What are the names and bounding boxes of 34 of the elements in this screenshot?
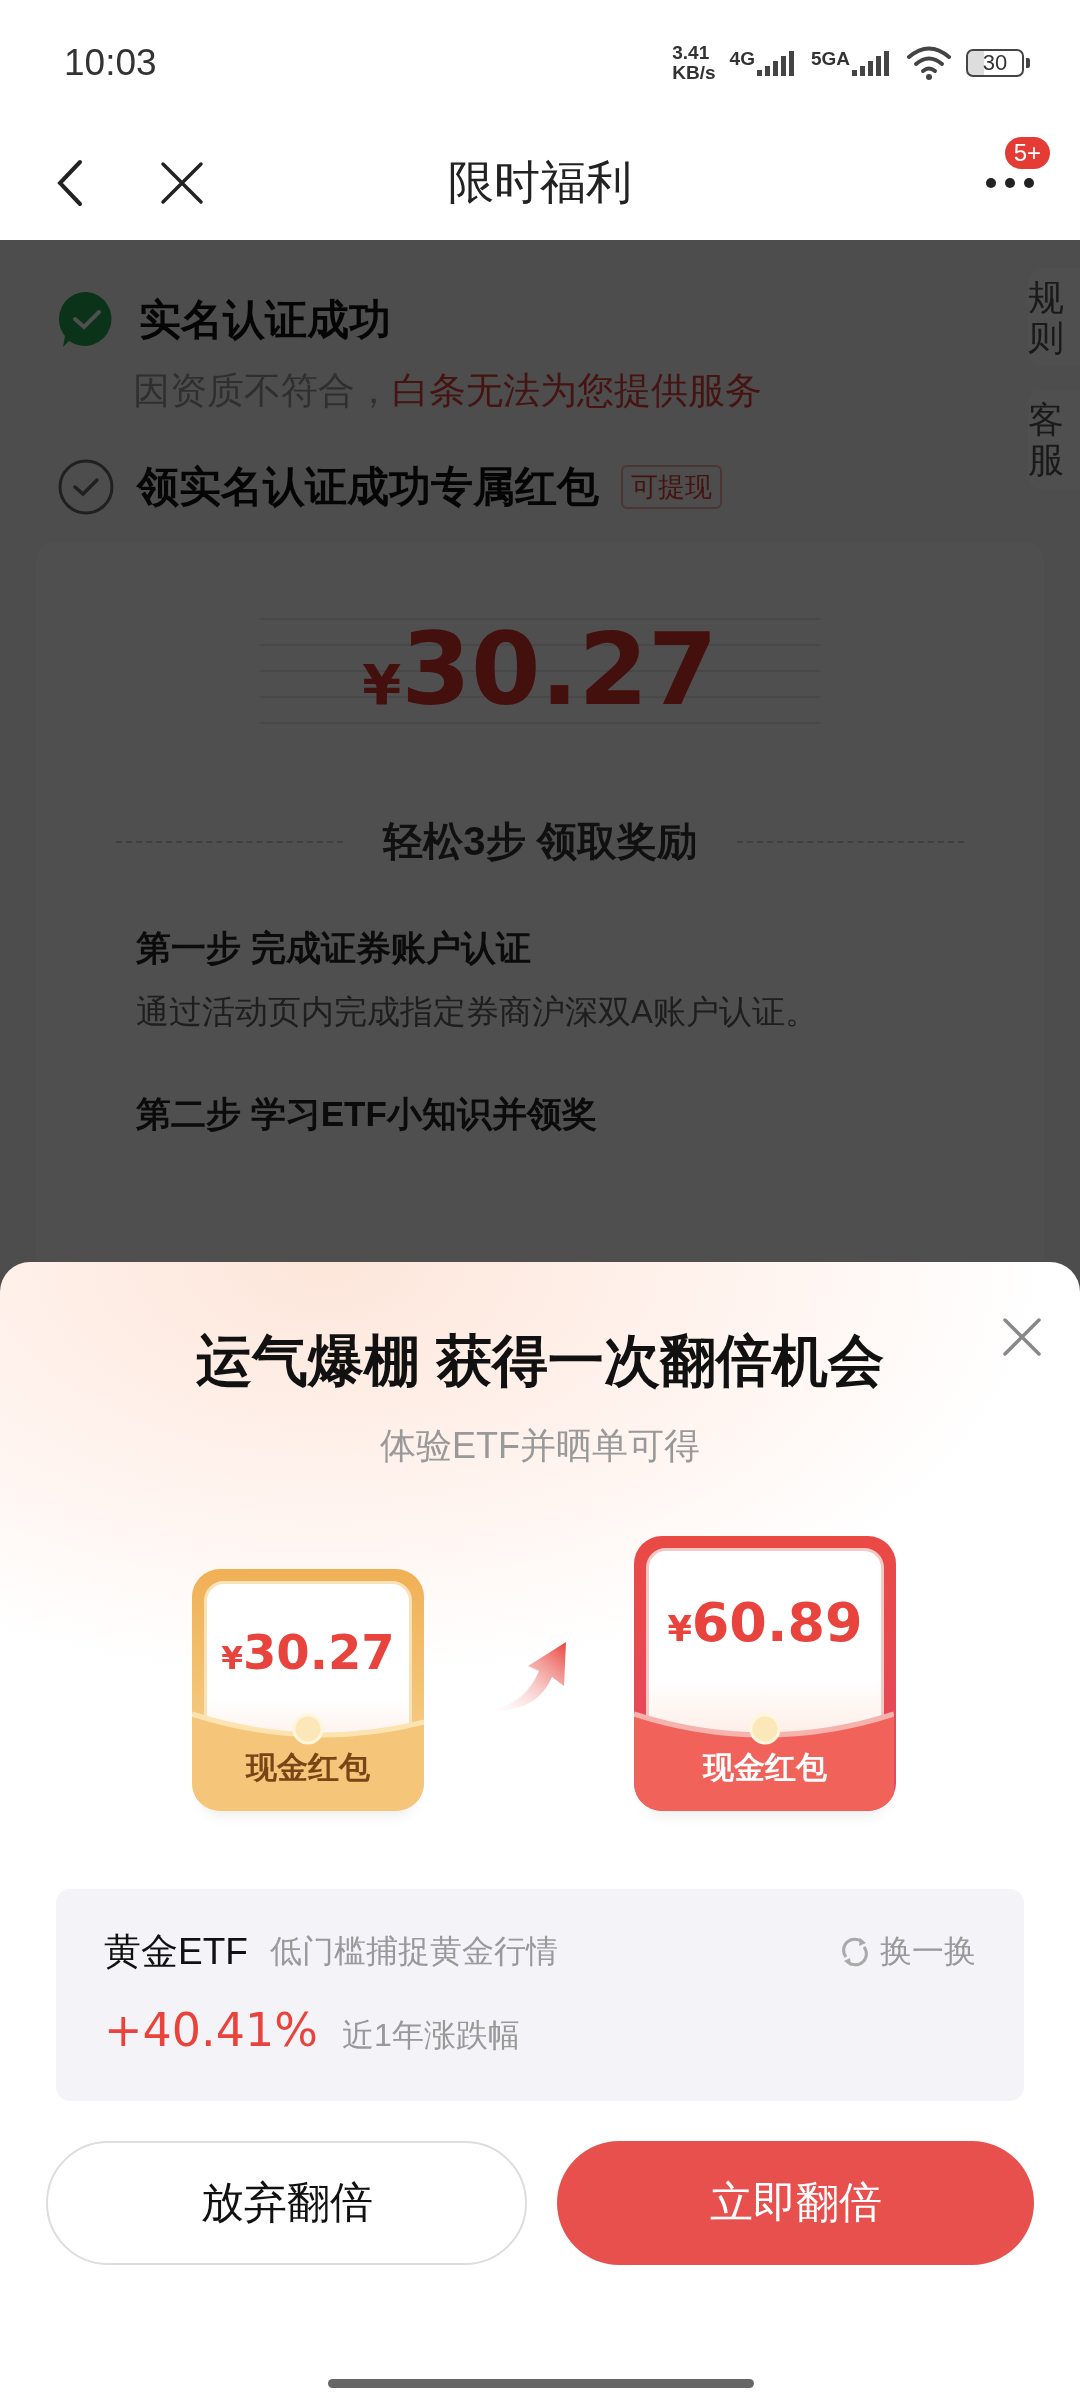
envelope-amount: ¥30.27 xyxy=(221,1624,395,1682)
refresh-button[interactable]: 换一换 xyxy=(840,1930,976,1974)
envelope-label: 现金红包 xyxy=(701,1749,828,1787)
withdrawable-tag: 可提现 xyxy=(621,465,722,509)
battery-indicator: 30 xyxy=(966,48,1030,77)
fund-name: 黄金ETF xyxy=(104,1930,248,1974)
network-speed: 3.41 xyxy=(672,42,711,63)
prize-amount: ¥30.27 xyxy=(362,610,718,728)
task-title: 领实名认证成功专属红包 xyxy=(137,462,599,512)
refresh-icon xyxy=(840,1937,870,1967)
clock: 10:03 xyxy=(64,41,158,84)
page-title: 限时福利 xyxy=(448,154,632,210)
envelope-amount: ¥60.89 xyxy=(667,1591,863,1651)
fund-return: +40.41% xyxy=(104,2003,318,2057)
coin-icon xyxy=(749,1713,781,1745)
speed-unit: KB/s xyxy=(672,62,716,83)
dialog-title: 运气爆棚 获得一次翻倍机会 xyxy=(195,1328,885,1394)
notification-badge: 5+ xyxy=(1002,134,1052,171)
network-type: 5GA xyxy=(810,47,850,70)
double-button[interactable]: 立即翻倍 xyxy=(557,2141,1034,2265)
network-type: 4G xyxy=(729,47,755,70)
step-title: 第二步 学习ETF小知识并领奖 xyxy=(135,1093,598,1135)
step-title: 第一步 完成证券账户认证 xyxy=(135,927,532,969)
coin-icon xyxy=(292,1713,324,1745)
section-heading: 轻松3步 领取奖励 xyxy=(383,818,697,865)
decline-button[interactable]: 放弃翻倍 xyxy=(46,2141,527,2265)
return-label: 近1年涨跌幅 xyxy=(341,2016,520,2055)
dialog-subtitle: 体验ETF并晒单可得 xyxy=(379,1424,701,1468)
envelope-label: 现金红包 xyxy=(244,1749,371,1787)
more-icon[interactable] xyxy=(985,176,1035,189)
fund-slogan: 低门槛捕捉黄金行情 xyxy=(269,1932,559,1971)
status-title: 实名认证成功 xyxy=(139,295,391,345)
wifi-icon xyxy=(906,44,952,81)
close-icon[interactable] xyxy=(160,160,204,205)
